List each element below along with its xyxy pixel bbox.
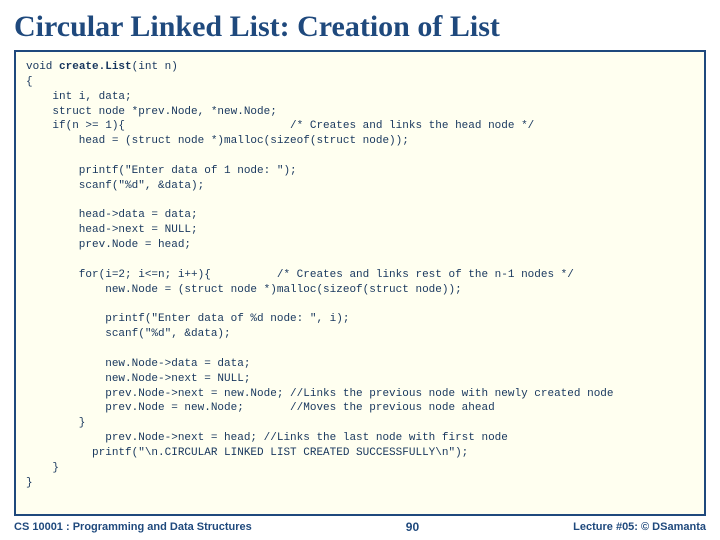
footer-left: CS 10001 : Programming and Data Structur…: [14, 521, 252, 533]
footer-page-number: 90: [406, 520, 419, 534]
footer: CS 10001 : Programming and Data Structur…: [14, 516, 706, 534]
code-listing: void create.List(int n) { int i, data; s…: [26, 60, 694, 490]
slide: Circular Linked List: Creation of List v…: [0, 0, 720, 540]
code-body: (int n) { int i, data; struct node *prev…: [26, 61, 614, 489]
page-title: Circular Linked List: Creation of List: [14, 10, 706, 44]
code-pre: void: [26, 61, 59, 73]
footer-right: Lecture #05: © DSamanta: [573, 521, 706, 533]
code-box: void create.List(int n) { int i, data; s…: [14, 50, 706, 516]
code-function-name: create.List: [59, 61, 132, 73]
